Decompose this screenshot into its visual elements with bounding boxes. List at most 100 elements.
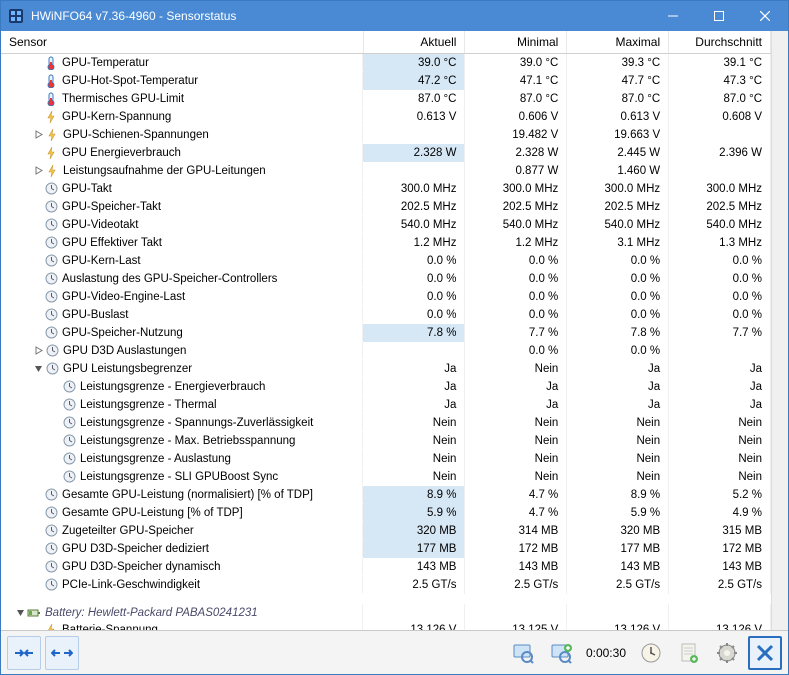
sensor-row[interactable]: Batterie-Spannung13.126 V13.125 V13.126 …: [1, 621, 771, 630]
window-buttons: [650, 1, 788, 31]
sensor-row[interactable]: GPU-Kern-Spannung0.613 V0.606 V0.613 V0.…: [1, 108, 771, 126]
titlebar[interactable]: HWiNFO64 v7.36-4960 - Sensorstatus: [1, 1, 788, 31]
sensor-value: 4.7 %: [465, 504, 567, 522]
sensor-row[interactable]: GPU-Video-Engine-Last0.0 %0.0 %0.0 %0.0 …: [1, 288, 771, 306]
col-max[interactable]: Maximal: [567, 31, 669, 54]
sensor-row[interactable]: GPU-Takt300.0 MHz300.0 MHz300.0 MHz300.0…: [1, 180, 771, 198]
therm-icon: [44, 74, 58, 88]
sensor-row[interactable]: GPU-Videotakt540.0 MHz540.0 MHz540.0 MHz…: [1, 216, 771, 234]
clock-icon: [44, 542, 58, 556]
sensor-value: [567, 604, 669, 621]
clock-icon: [62, 380, 76, 394]
sensor-value: 39.0 °C: [465, 54, 567, 73]
settings-button[interactable]: [710, 636, 744, 670]
clock-button[interactable]: [634, 636, 668, 670]
sensor-row[interactable]: Leistungsaufnahme der GPU-Leitungen0.877…: [1, 162, 771, 180]
sensor-value: 8.9 %: [363, 486, 465, 504]
sensor-value: Nein: [363, 432, 465, 450]
sensor-row[interactable]: Leistungsgrenze - ThermalJaJaJaJa: [1, 396, 771, 414]
collapse-all-button[interactable]: [45, 636, 79, 670]
sensor-row[interactable]: Auslastung des GPU-Speicher-Controllers0…: [1, 270, 771, 288]
sensor-value: [669, 126, 771, 144]
col-min[interactable]: Minimal: [465, 31, 567, 54]
sensor-value: 0.877 W: [465, 162, 567, 180]
sensor-value: Ja: [363, 360, 465, 378]
col-sensor[interactable]: Sensor: [1, 31, 363, 54]
sensor-row[interactable]: GPU-Speicher-Takt202.5 MHz202.5 MHz202.5…: [1, 198, 771, 216]
sensor-value: Nein: [567, 414, 669, 432]
sensor-table: Sensor Aktuell Minimal Maximal Durchschn…: [1, 31, 771, 630]
content-area: Sensor Aktuell Minimal Maximal Durchschn…: [1, 31, 788, 630]
bolt-icon: [45, 128, 59, 142]
sensor-row[interactable]: GPU Effektiver Takt1.2 MHz1.2 MHz3.1 MHz…: [1, 234, 771, 252]
clock-icon: [44, 560, 58, 574]
statusbar-close-button[interactable]: [748, 636, 782, 670]
screenshot-add-button[interactable]: [544, 636, 578, 670]
sensor-row[interactable]: Leistungsgrenze - SLI GPUBoost SyncNeinN…: [1, 468, 771, 486]
sensor-label: GPU D3D Auslastungen: [63, 343, 186, 359]
sensor-value: 0.0 %: [669, 252, 771, 270]
sensor-row[interactable]: Leistungsgrenze - EnergieverbrauchJaJaJa…: [1, 378, 771, 396]
sensor-row[interactable]: GPU D3D-Speicher dediziert177 MB172 MB17…: [1, 540, 771, 558]
sensor-value: Nein: [465, 432, 567, 450]
clock-icon: [62, 434, 76, 448]
sensor-row[interactable]: Leistungsgrenze - Spannungs-Zuverlässigk…: [1, 414, 771, 432]
col-current[interactable]: Aktuell: [363, 31, 465, 54]
collapse-icon[interactable]: [32, 364, 44, 373]
sensor-row[interactable]: GPU-Schienen-Spannungen 19.482 V19.663 V: [1, 126, 771, 144]
sensor-row[interactable]: Zugeteilter GPU-Speicher320 MB314 MB320 …: [1, 522, 771, 540]
log-button[interactable]: [672, 636, 706, 670]
sensor-label: GPU Effektiver Takt: [62, 235, 162, 251]
expand-icon[interactable]: [32, 346, 44, 355]
expand-icon[interactable]: [32, 166, 44, 175]
sensor-label: Leistungsgrenze - Thermal: [80, 397, 217, 413]
sensor-row[interactable]: GPU D3D Auslastungen0.0 %0.0 %: [1, 342, 771, 360]
sensor-label: GPU-Kern-Last: [62, 253, 141, 269]
sensor-value: [669, 162, 771, 180]
sensor-value: 13.125 V: [465, 621, 567, 630]
sensor-row[interactable]: PCIe-Link-Geschwindigkeit2.5 GT/s2.5 GT/…: [1, 576, 771, 594]
sensor-row[interactable]: Thermisches GPU-Limit87.0 °C87.0 °C87.0 …: [1, 90, 771, 108]
sensor-row[interactable]: GPU LeistungsbegrenzerJaNeinJaJa: [1, 360, 771, 378]
sensor-row[interactable]: GPU-Buslast0.0 %0.0 %0.0 %0.0 %: [1, 306, 771, 324]
sensor-value: Nein: [567, 432, 669, 450]
sensor-label: Thermisches GPU-Limit: [62, 91, 184, 107]
screenshot-button[interactable]: [506, 636, 540, 670]
sensor-row[interactable]: Battery: Hewlett-Packard PABAS0241231: [1, 604, 771, 621]
sensor-value: 19.482 V: [465, 126, 567, 144]
sensor-value: Ja: [567, 378, 669, 396]
expand-all-button[interactable]: [7, 636, 41, 670]
clock-icon: [45, 362, 59, 376]
sensor-row[interactable]: GPU-Hot-Spot-Temperatur47.2 °C47.1 °C47.…: [1, 72, 771, 90]
collapse-icon[interactable]: [14, 608, 26, 617]
close-button[interactable]: [742, 1, 788, 31]
clock-icon: [44, 524, 58, 538]
sensor-row[interactable]: GPU-Kern-Last0.0 %0.0 %0.0 %0.0 %: [1, 252, 771, 270]
sensor-table-wrap[interactable]: Sensor Aktuell Minimal Maximal Durchschn…: [1, 31, 771, 630]
sensor-value: Ja: [363, 378, 465, 396]
header-row[interactable]: Sensor Aktuell Minimal Maximal Durchschn…: [1, 31, 771, 54]
sensor-row[interactable]: GPU Energieverbrauch2.328 W2.328 W2.445 …: [1, 144, 771, 162]
sensor-label: PCIe-Link-Geschwindigkeit: [62, 577, 200, 593]
sensor-value: 0.0 %: [363, 288, 465, 306]
sensor-value: 47.7 °C: [567, 72, 669, 90]
expand-icon[interactable]: [32, 130, 44, 139]
col-avg[interactable]: Durchschnitt: [669, 31, 771, 54]
sensor-value: 143 MB: [465, 558, 567, 576]
sensor-row[interactable]: Leistungsgrenze - AuslastungNeinNeinNein…: [1, 450, 771, 468]
scrollbar[interactable]: [771, 31, 788, 630]
sensor-label: GPU-Schienen-Spannungen: [63, 127, 209, 143]
maximize-button[interactable]: [696, 1, 742, 31]
sensor-value: 19.663 V: [567, 126, 669, 144]
sensor-value: 0.613 V: [363, 108, 465, 126]
sensor-row[interactable]: Leistungsgrenze - Max. BetriebsspannungN…: [1, 432, 771, 450]
sensor-row[interactable]: Gesamte GPU-Leistung [% of TDP]5.9 %4.7 …: [1, 504, 771, 522]
clock-icon: [44, 182, 58, 196]
sensor-row[interactable]: GPU-Speicher-Nutzung7.8 %7.7 %7.8 %7.7 %: [1, 324, 771, 342]
sensor-value: 0.613 V: [567, 108, 669, 126]
sensor-row[interactable]: Gesamte GPU-Leistung (normalisiert) [% o…: [1, 486, 771, 504]
sensor-row[interactable]: GPU-Temperatur39.0 °C39.0 °C39.3 °C39.1 …: [1, 54, 771, 73]
sensor-row[interactable]: GPU D3D-Speicher dynamisch143 MB143 MB14…: [1, 558, 771, 576]
sensor-value: 2.5 GT/s: [363, 576, 465, 594]
minimize-button[interactable]: [650, 1, 696, 31]
